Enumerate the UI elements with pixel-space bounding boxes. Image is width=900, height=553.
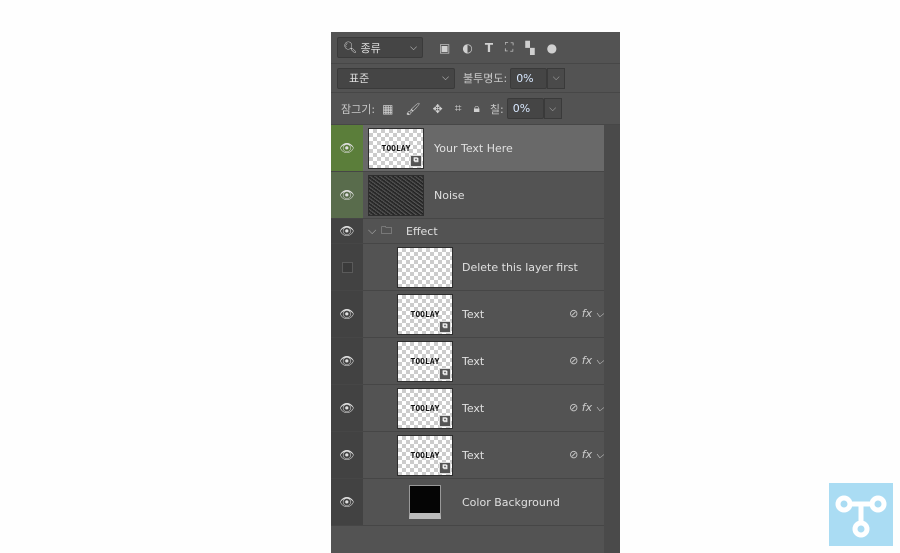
visibility-toggle[interactable]: 👁︎: [331, 172, 363, 218]
smart-object-icon: ⧉: [439, 461, 451, 474]
toolay-logo: [829, 483, 893, 546]
hidden-checkbox-icon: [341, 261, 353, 273]
visibility-toggle[interactable]: 👁︎: [331, 432, 363, 478]
eye-icon: 👁︎: [339, 354, 355, 368]
search-icon: 🔍︎: [343, 41, 357, 54]
layer-row[interactable]: 👁︎ ⌵ 🗀 Effect: [331, 219, 604, 244]
fill-dropdown[interactable]: ⌵: [543, 98, 562, 119]
layer-effects-icon[interactable]: ⊘ fx ⌵: [569, 401, 604, 415]
layer-row[interactable]: Delete this layer first: [331, 244, 604, 291]
scrollbar[interactable]: [604, 125, 620, 553]
layer-thumbnail: TOOLAY ⧉: [397, 387, 453, 429]
filter-toggle-icon[interactable]: ●: [547, 41, 557, 55]
layer-name: Text: [462, 401, 485, 415]
eye-icon: 👁︎: [339, 141, 355, 155]
layer-name: Text: [462, 448, 485, 462]
layers-panel: 🔍︎ 종류 ⌵ ▣ ◐ T ⛶ ▚ ● 표준 ⌵ 불투명도: 0% ⌵ 잠그기: ▦…: [331, 32, 620, 553]
lock-position-icon[interactable]: ✥: [433, 102, 443, 116]
smart-object-icon: ⧉: [439, 320, 451, 333]
blend-mode-select[interactable]: 표준 ⌵: [337, 67, 455, 89]
filter-kind-select[interactable]: 🔍︎ 종류 ⌵: [337, 37, 423, 58]
smart-object-filter-icon[interactable]: ▚: [525, 41, 534, 55]
layer-row[interactable]: 👁︎ Noise: [331, 172, 604, 219]
visibility-toggle[interactable]: 👁︎: [331, 125, 363, 171]
smart-object-icon: ⧉: [439, 414, 451, 427]
visibility-toggle[interactable]: 👁︎: [331, 479, 363, 525]
layer-name: Text: [462, 307, 485, 321]
logo-icon: [835, 495, 887, 538]
layer-name: Text: [462, 354, 485, 368]
layer-row[interactable]: 👁︎ Color Background: [331, 479, 604, 526]
adjustment-filter-icon[interactable]: ◐: [462, 41, 472, 55]
layer-thumbnail: [397, 246, 453, 288]
eye-icon: 👁︎: [339, 495, 355, 509]
layer-thumbnail: TOOLAY ⧉: [368, 127, 424, 169]
folder-icon: 🗀: [381, 223, 392, 237]
fill-layer-thumbnail: [409, 485, 441, 519]
filter-kind-label: 종류: [360, 41, 381, 55]
layer-name: Your Text Here: [434, 141, 513, 155]
visibility-toggle[interactable]: 👁︎: [331, 219, 363, 243]
smart-object-icon: ⧉: [439, 367, 451, 380]
layer-row[interactable]: 👁︎ TOOLAY ⧉ Text ⊘ fx ⌵: [331, 432, 604, 479]
layer-row[interactable]: 👁︎ TOOLAY ⧉ Your Text Here: [331, 125, 604, 172]
thumbnail-text: TOOLAY: [410, 403, 440, 413]
opacity-label: 불투명도:: [463, 72, 508, 85]
layer-thumbnail: TOOLAY ⧉: [397, 434, 453, 476]
shape-filter-icon[interactable]: ⛶: [505, 40, 513, 55]
layer-row[interactable]: 👁︎ TOOLAY ⧉ Text ⊘ fx ⌵: [331, 338, 604, 385]
opacity-input[interactable]: 0%: [510, 67, 548, 89]
chevron-down-icon: ⌵: [442, 73, 449, 83]
layer-row[interactable]: 👁︎ TOOLAY ⧉ Text ⊘ fx ⌵: [331, 291, 604, 338]
fill-label: 칠:: [489, 102, 504, 116]
eye-icon: 👁︎: [339, 448, 355, 462]
blend-mode-value: 표준: [349, 72, 370, 85]
layer-effects-icon[interactable]: ⊘ fx ⌵: [569, 448, 604, 462]
layer-effects-icon[interactable]: ⊘ fx ⌵: [569, 354, 604, 368]
blend-bar: 표준 ⌵ 불투명도: 0% ⌵: [331, 64, 620, 93]
layer-name: Effect: [406, 224, 438, 238]
thumbnail-text: TOOLAY: [410, 356, 440, 366]
opacity-dropdown[interactable]: ⌵: [547, 67, 566, 89]
type-filter-icon[interactable]: T: [485, 41, 493, 55]
lock-all-icon[interactable]: 🔒︎: [473, 101, 479, 116]
layer-list: 👁︎ TOOLAY ⧉ Your Text Here 👁︎ Noise 👁︎ ⌵ 🗀 Effect…: [331, 125, 604, 526]
layer-name: Color Background: [462, 495, 560, 509]
eye-icon: 👁︎: [339, 401, 355, 415]
smart-object-icon: ⧉: [410, 154, 422, 167]
thumbnail-text: TOOLAY: [410, 450, 440, 460]
visibility-toggle[interactable]: 👁︎: [331, 338, 363, 384]
thumbnail-text: TOOLAY: [381, 143, 411, 153]
layer-effects-icon[interactable]: ⊘ fx ⌵: [569, 307, 604, 321]
visibility-toggle[interactable]: [331, 244, 363, 290]
fill-input[interactable]: 0%: [506, 98, 544, 119]
layer-name: Noise: [434, 188, 465, 202]
filter-bar: 🔍︎ 종류 ⌵ ▣ ◐ T ⛶ ▚ ●: [331, 32, 620, 64]
eye-icon: 👁︎: [339, 224, 355, 238]
thumbnail-text: TOOLAY: [410, 309, 440, 319]
layer-thumbnail: TOOLAY ⧉: [397, 293, 453, 335]
layer-row[interactable]: 👁︎ TOOLAY ⧉ Text ⊘ fx ⌵: [331, 385, 604, 432]
layer-thumbnail: TOOLAY ⧉: [397, 340, 453, 382]
lock-image-icon[interactable]: 🖌︎: [405, 102, 420, 116]
lock-transparent-icon[interactable]: ▦: [382, 102, 393, 116]
eye-icon: 👁︎: [339, 188, 355, 202]
visibility-toggle[interactable]: 👁︎: [331, 291, 363, 337]
eye-icon: 👁︎: [339, 307, 355, 321]
layer-thumbnail: [368, 174, 424, 216]
chevron-down-icon[interactable]: ⌵: [368, 224, 376, 238]
layer-name: Delete this layer first: [462, 260, 578, 274]
lock-label: 잠그기:: [341, 102, 376, 116]
visibility-toggle[interactable]: 👁︎: [331, 385, 363, 431]
lock-artboard-icon[interactable]: ⌗: [455, 101, 462, 116]
chevron-down-icon: ⌵: [410, 42, 417, 53]
image-filter-icon[interactable]: ▣: [439, 41, 450, 55]
lock-bar: 잠그기: ▦ 🖌︎ ✥ ⌗ 🔒︎ 칠: 0% ⌵: [331, 93, 620, 125]
